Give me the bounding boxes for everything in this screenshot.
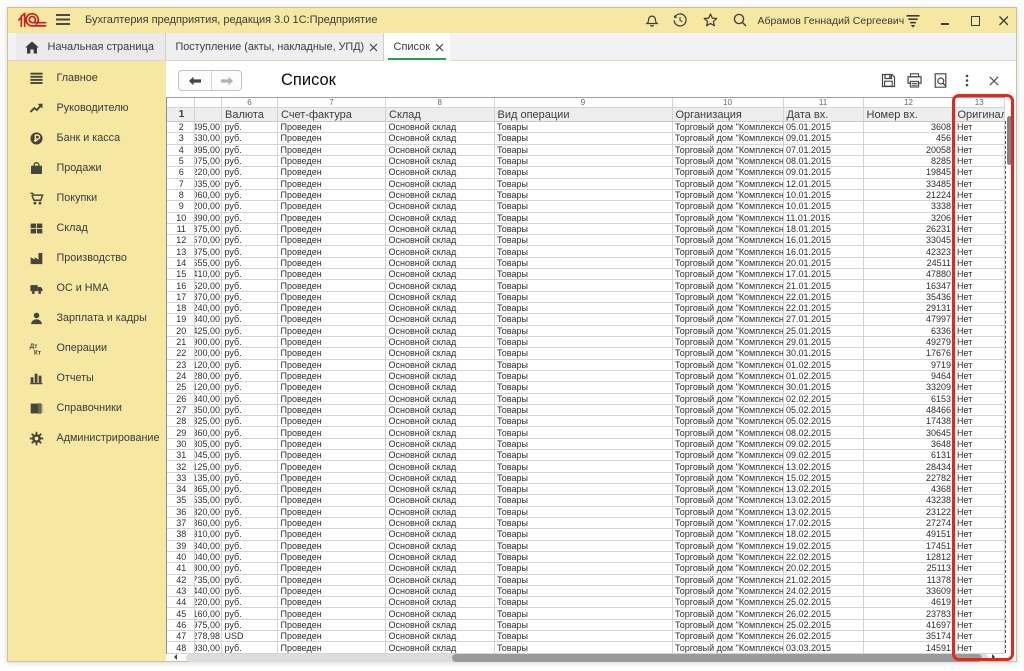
svg-text:Кт: Кт <box>34 349 41 356</box>
